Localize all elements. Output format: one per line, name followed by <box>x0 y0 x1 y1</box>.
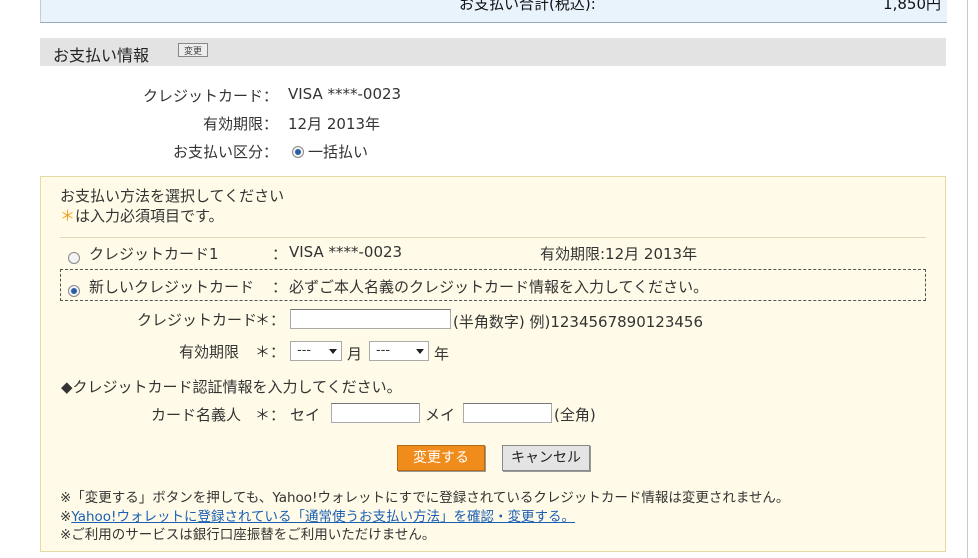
submit-change-button[interactable]: 変更する <box>397 445 485 471</box>
total-label: お支払い合計(税込): <box>459 0 596 13</box>
instruction-text: お支払い方法を選択してください <box>60 187 285 205</box>
option1-colon: ： <box>272 245 288 263</box>
current-expiry-row: 有効期限： 12月 2013年 <box>138 113 538 133</box>
sei-label: セイ <box>290 406 321 424</box>
order-total-bar: お支払い合計(税込): 1,850円 <box>40 0 947 23</box>
card-number-colon: ： <box>270 311 286 329</box>
method-label: お支払い区分： <box>172 143 278 161</box>
right-edge <box>967 0 978 558</box>
mei-input[interactable] <box>463 403 552 423</box>
option1-radio[interactable] <box>68 247 80 266</box>
expiry-label: 有効期限： <box>202 115 278 133</box>
note-2: ※Yahoo!ウォレットに登録されている「通常使うお支払い方法」を確認・変更する… <box>60 509 576 525</box>
method-value: 一括払い <box>308 143 369 161</box>
change-small-button[interactable]: 変更 <box>178 43 208 57</box>
card-number-input[interactable] <box>290 309 451 329</box>
option2-radio[interactable] <box>68 280 80 299</box>
option1-card: VISA ****-0023 <box>289 243 403 261</box>
option1-expiry: 有効期限:12月 2013年 <box>540 245 698 263</box>
month-select[interactable]: --- <box>290 341 342 361</box>
expiry-value: 12月 2013年 <box>288 115 381 133</box>
year-select[interactable]: --- <box>369 341 429 361</box>
mei-label: メイ <box>425 406 456 424</box>
required-note: ＊は入力必須項目です。 <box>60 207 224 225</box>
month-unit: 月 <box>347 345 363 363</box>
total-amount: 1,850円 <box>883 0 941 13</box>
sei-input[interactable] <box>331 403 420 423</box>
holder-colon: ： <box>270 406 286 424</box>
chevron-down-icon <box>416 349 424 354</box>
divider <box>60 237 926 238</box>
chevron-down-icon <box>329 349 337 354</box>
payment-info-header: お支払い情報 変更 <box>40 38 946 66</box>
cancel-button[interactable]: キャンセル <box>502 445 590 471</box>
required-mark: ＊ <box>60 207 76 225</box>
card-label: クレジットカード： <box>142 87 278 105</box>
holder-required: ＊ <box>255 406 271 424</box>
card-number-required: ＊ <box>255 311 271 329</box>
expiry-field-label: 有効期限 <box>179 343 240 361</box>
option2-colon: ： <box>272 278 288 296</box>
expiry-colon: ： <box>270 343 286 361</box>
current-method-row: お支払い区分： 一括払い <box>138 141 538 161</box>
note-3: ※ご利用のサービスは銀行口座振替をご利用いただけません。 <box>60 527 436 543</box>
current-card-row: クレジットカード： VISA ****-0023 <box>138 85 538 105</box>
section-title: お支払い情報 <box>53 46 150 65</box>
card-number-hint: (半角数字) 例)1234567890123456 <box>453 313 704 331</box>
holder-note: (全角) <box>554 406 596 424</box>
year-unit: 年 <box>434 345 450 363</box>
card-value: VISA ****-0023 <box>288 85 402 103</box>
holder-label: カード名義人 <box>151 406 242 424</box>
option2-label[interactable]: 新しいクレジットカード <box>89 276 254 297</box>
expiry-required: ＊ <box>255 343 271 361</box>
auth-heading: ◆クレジットカード認証情報を入力してください。 <box>61 378 402 396</box>
card-number-label: クレジットカード <box>137 311 258 329</box>
option1-label[interactable]: クレジットカード1 <box>89 243 219 264</box>
option2-message: 必ずご本人名義のクレジットカード情報を入力してください。 <box>289 278 709 296</box>
note-1: ※「変更する」ボタンを押しても、Yahoo!ウォレットにすでに登録されているクレ… <box>60 490 790 506</box>
method-radio <box>292 142 304 160</box>
